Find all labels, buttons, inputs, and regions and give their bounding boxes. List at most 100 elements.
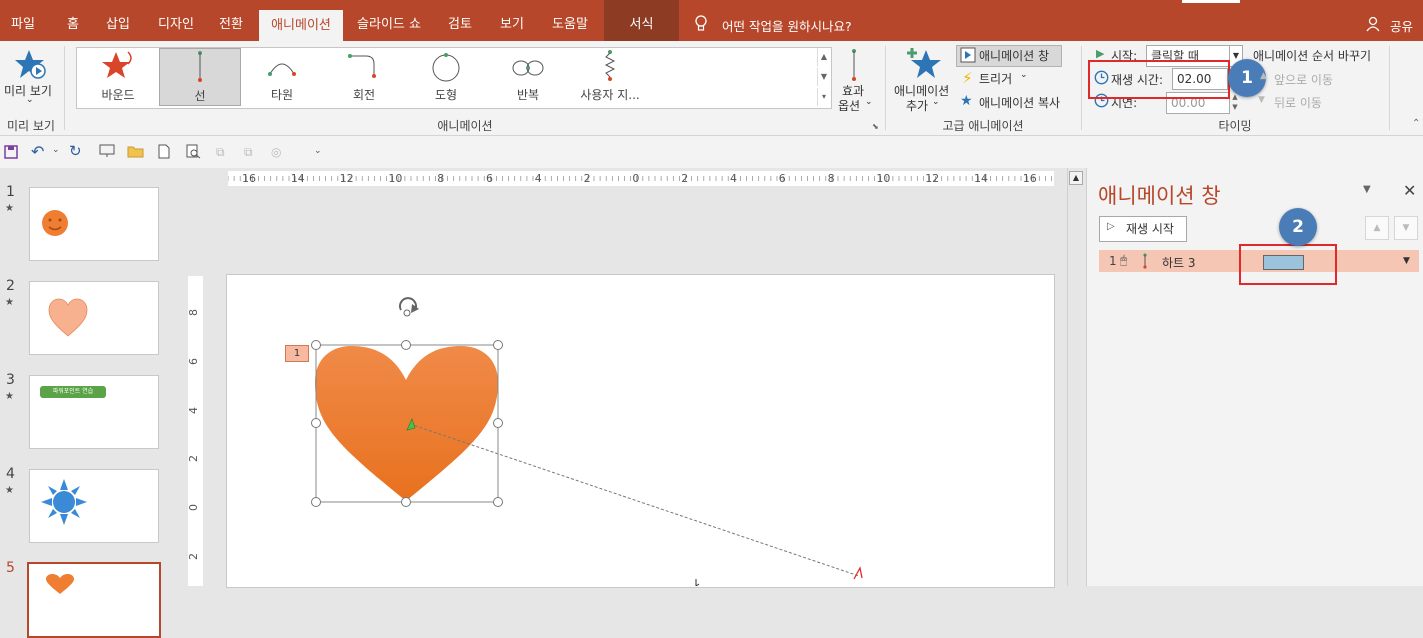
trigger-icon: ⚡ [962,69,973,87]
ruler-tick-label: 4 [187,406,200,414]
heart-icon [46,574,74,594]
ruler-tick-label: 0 [632,172,640,185]
dialog-launcher-icon[interactable]: ⬊ [872,122,879,131]
turn-path-icon [348,54,376,78]
group-label-timing: 타이밍 [1218,119,1252,133]
rotate-handle-icon[interactable] [399,297,419,317]
move-later-icon: ▼ [1258,95,1265,105]
chevron-down-icon[interactable]: ⌄ [52,145,60,155]
ruler-tick-label: 0 [187,504,200,512]
trigger-button[interactable]: 트리거 [979,70,1012,87]
window-accent [1182,0,1240,3]
vertical-scrollbar[interactable] [1067,168,1085,586]
slide-thumbnail-4[interactable] [29,469,159,543]
add-animation-label-2[interactable]: 추가 [906,97,928,114]
loop-path-icon [512,60,544,76]
mouse-click-icon: 🖱 [1120,253,1128,267]
ruler-tick-label: 12 [925,172,940,185]
animation-painter-button[interactable]: 애니메이션 복사 [979,94,1060,111]
ruler-tick-label: 8 [827,172,835,185]
slide-thumbnail-2[interactable] [29,281,159,355]
gallery-item-turn[interactable]: 회전 [324,48,404,104]
gallery-item-line[interactable]: 선 [159,48,241,106]
custom-path-icon [604,50,616,81]
gallery-item-custom[interactable]: 사용자 지... [570,48,650,104]
play-icon: ▶ [1096,47,1105,60]
ruler-tick-label: 16 [1022,172,1037,185]
play-icon: ▷ [1107,221,1115,232]
move-later-button[interactable]: 뒤로 이동 [1274,94,1322,111]
shapes-icon: ◎ [271,145,282,159]
tab-view[interactable]: 보기 [492,0,532,41]
tab-help[interactable]: 도움말 [545,0,595,41]
ribbon-tab-bar: 파일 홈 삽입 디자인 전환 애니메이션 슬라이드 쇼 검토 보기 도움말 서식 [0,0,1423,41]
ruler-tick-label: 2 [187,553,200,560]
tab-slideshow[interactable]: 슬라이드 쇼 [352,0,426,41]
customize-qat-icon[interactable]: ⌄ [314,146,322,156]
mouse-cursor-icon [695,579,700,586]
pane-options-icon[interactable]: ▼ [1363,184,1371,195]
pane-title: 애니메이션 창 [1098,184,1221,208]
animation-star-icon: ★ [5,391,14,402]
ruler-tick-label: 2 [681,172,689,185]
save-icon[interactable] [4,145,18,162]
collapse-ribbon-icon[interactable]: ⌃ [1412,118,1420,129]
tab-format[interactable]: 서식 [604,0,679,41]
gallery-item-loop[interactable]: 반복 [488,48,568,104]
gallery-item-bounce[interactable]: 바운드 [78,48,158,104]
gallery-scroll-down[interactable]: ▼ [817,68,830,86]
chevron-down-icon: ⌄ [1020,70,1028,80]
print-preview-icon[interactable] [186,144,201,162]
slide-thumbnail-5-selected[interactable] [27,562,161,638]
undo-icon[interactable]: ↶ [31,142,44,161]
move-up-button[interactable]: ▲ [1365,216,1389,240]
tab-file[interactable]: 파일 [0,0,46,41]
redo-icon[interactable]: ↻ [69,142,82,160]
item-dropdown-arrow[interactable]: ▼ [1403,256,1410,266]
tab-transitions[interactable]: 전환 [210,0,252,41]
animation-star-icon: ★ [5,203,14,214]
gallery-more[interactable]: ▾ [817,88,830,106]
new-file-icon[interactable] [158,144,170,162]
tell-me-box[interactable]: 어떤 작업을 원하시나요? [722,16,852,35]
slide-thumbnail-1[interactable] [29,187,159,261]
group-label-animation: 애니메이션 [437,119,493,133]
tab-design[interactable]: 디자인 [150,0,202,41]
tab-animations[interactable]: 애니메이션 [259,10,343,41]
slide-number: 1 [6,184,15,200]
ruler-tick-label: 2 [187,455,200,463]
ungroup-icon: ⧉ [244,145,253,159]
slide-number: 5 [6,560,15,576]
ruler-tick-label: 12 [339,172,354,185]
slide-content [311,297,863,586]
path-end-marker[interactable] [853,566,863,580]
tab-review[interactable]: 검토 [440,0,480,41]
ruler-tick-label: 4 [730,172,737,185]
gallery-item-shape[interactable]: 도형 [406,48,486,104]
chevron-down-icon: ⌄ [865,97,873,107]
open-folder-icon[interactable] [127,144,145,161]
share-button[interactable]: 공유 [1390,16,1413,35]
scroll-up-button[interactable]: ▲ [1069,171,1083,185]
slideshow-icon[interactable] [99,144,117,161]
ruler-tick-label: 6 [486,172,493,185]
tab-insert[interactable]: 삽입 [98,0,138,41]
circle-path-icon [432,53,460,82]
arc-path-icon [268,63,296,76]
heart-shape[interactable] [315,346,498,501]
close-icon[interactable]: ✕ [1403,181,1416,200]
effect-options-label-2[interactable]: 옵션 [838,97,860,114]
gallery-scroll-up[interactable]: ▲ [817,48,830,66]
group-icon: ⧉ [216,145,225,159]
gallery-item-arc[interactable]: 타원 [242,48,322,104]
heart-icon [48,298,88,337]
group-label-preview: 미리 보기 [7,119,55,133]
slide-thumbnail-3[interactable]: 파워포인트 연습 [29,375,159,449]
motion-path[interactable] [409,423,860,577]
tab-home[interactable]: 홈 [56,0,90,41]
move-earlier-button[interactable]: 앞으로 이동 [1274,71,1333,88]
move-down-button[interactable]: ▼ [1394,216,1418,240]
animation-pane-label[interactable]: 애니메이션 창 [979,47,1049,64]
play-from-label: 재생 시작 [1126,222,1174,236]
line-path-icon [1140,253,1150,272]
